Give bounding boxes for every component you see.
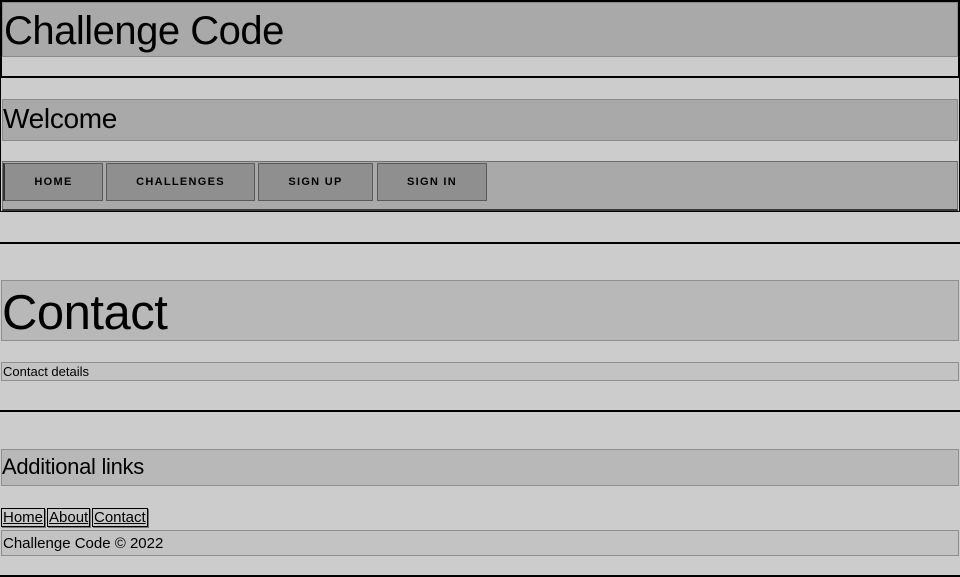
- site-title: Challenge Code: [4, 9, 284, 53]
- nav-sign-in-button[interactable]: SIGN IN: [377, 163, 487, 201]
- additional-links-bar: Additional links: [1, 449, 959, 486]
- copyright-text: Challenge Code © 2022: [3, 535, 164, 552]
- welcome-heading: Welcome: [3, 103, 118, 134]
- nav-home-button[interactable]: HOME: [3, 163, 103, 201]
- footer-link-contact[interactable]: Contact: [92, 508, 148, 527]
- contact-details-bar: Contact details: [1, 362, 959, 381]
- footer-link-home[interactable]: Home: [1, 508, 46, 527]
- additional-links-heading: Additional links: [2, 454, 144, 479]
- nav-sign-up-button[interactable]: SIGN UP: [258, 163, 373, 201]
- copyright-bar: Challenge Code © 2022: [1, 530, 959, 556]
- contact-details-text: Contact details: [3, 364, 89, 379]
- page-title: Contact: [2, 286, 168, 340]
- footer-link-about[interactable]: About: [47, 508, 91, 527]
- contact-title-bar: Contact: [1, 280, 959, 341]
- nav-challenges-button[interactable]: CHALLENGES: [106, 163, 255, 201]
- navbar: HOME CHALLENGES SIGN UP SIGN IN: [2, 161, 958, 211]
- site-title-bar: Challenge Code: [2, 2, 958, 57]
- welcome-bar: Welcome: [2, 99, 958, 141]
